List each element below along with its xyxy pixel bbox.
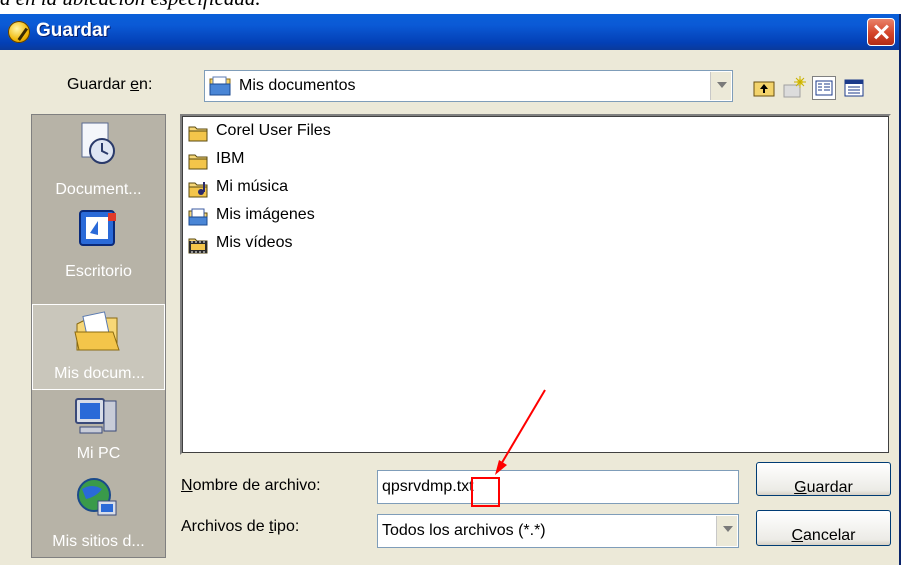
list-view-icon <box>815 80 833 96</box>
place-my-computer[interactable]: Mi PC <box>32 392 165 472</box>
save-dialog: Guardar Guardar en: Mis documentos Docum… <box>0 14 901 565</box>
desktop-icon <box>79 210 116 246</box>
filename-label: Nombre de archivo: <box>181 477 321 494</box>
videos-folder-icon <box>188 238 208 254</box>
save-in-dropdown[interactable]: Mis documentos <box>204 70 733 102</box>
places-bar: Document... Escritorio Mis docum... Mi P… <box>31 114 166 558</box>
pictures-folder-icon <box>188 208 208 226</box>
cancel-button[interactable]: Cancelar <box>756 510 891 546</box>
dialog-title: Guardar <box>36 20 110 41</box>
my-computer-icon <box>75 398 117 434</box>
up-one-level-button[interactable] <box>752 76 776 100</box>
app-icon <box>8 21 30 43</box>
folder-icon <box>188 154 208 170</box>
close-button[interactable] <box>867 18 895 46</box>
save-in-label: Guardar en: <box>67 76 153 93</box>
my-documents-folder-icon <box>74 311 120 351</box>
filename-input[interactable]: qpsrvdmp.txt <box>377 470 739 504</box>
filetype-value: Todos los archivos (*.*) <box>382 522 546 539</box>
place-recent-documents[interactable]: Document... <box>32 115 165 210</box>
title-bar[interactable]: Guardar <box>0 14 899 50</box>
details-view-icon <box>844 79 864 97</box>
details-view-button[interactable] <box>842 76 866 100</box>
place-desktop[interactable]: Escritorio <box>32 207 165 302</box>
chevron-down-icon[interactable] <box>716 516 737 546</box>
place-network[interactable]: Mis sitios d... <box>32 469 165 557</box>
filetype-label: Archivos de tipo: <box>181 518 300 535</box>
list-view-button[interactable] <box>812 76 836 100</box>
folder-icon <box>188 126 208 142</box>
up-one-level-icon <box>753 81 775 97</box>
save-button[interactable]: Guardar <box>756 462 891 496</box>
network-places-icon <box>77 478 117 516</box>
chevron-down-icon[interactable] <box>710 72 731 100</box>
recent-documents-icon <box>81 122 115 164</box>
my-documents-icon <box>209 76 231 96</box>
new-folder-button[interactable] <box>782 76 806 100</box>
annotation-highlight-box <box>471 477 500 507</box>
new-folder-icon <box>783 76 806 98</box>
music-folder-icon <box>188 182 208 198</box>
file-list[interactable]: Corel User Files IBM Mi música Mis imáge… <box>180 114 891 455</box>
filetype-dropdown[interactable]: Todos los archivos (*.*) <box>377 514 739 548</box>
place-my-documents[interactable]: Mis docum... <box>32 304 165 390</box>
save-in-value: Mis documentos <box>239 77 356 94</box>
